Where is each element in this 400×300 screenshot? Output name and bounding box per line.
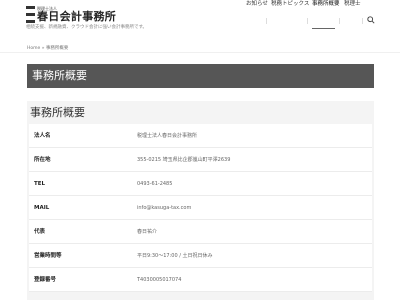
table-row: MAIL info@kasuga-tax.com (29, 196, 372, 220)
table-row: 法人名 税理士法人春日会計事務所 (29, 124, 372, 148)
site-logo[interactable]: 税理士法人 春日会計事務所 (26, 6, 116, 23)
table-row: 営業時間等 平日9:30～17:00 / 土日祝日休み (29, 244, 372, 268)
page-title: 事務所概要 (32, 69, 87, 82)
row-value: 平日9:30～17:00 / 土日祝日休み (137, 253, 213, 259)
header-divider (0, 52, 400, 53)
table-row: TEL 0493-61-2485 (29, 172, 372, 196)
row-label: 所在地 (34, 157, 51, 163)
search-icon[interactable] (367, 16, 375, 24)
row-label: TEL (34, 181, 46, 187)
row-label: 登録番号 (34, 277, 57, 283)
logo-mark-icon (26, 6, 35, 23)
office-profile-table: 法人名 税理士法人春日会計事務所 所在地 355-0215 埼玉県比企郡嵐山町平… (29, 124, 372, 292)
nav-item-news[interactable]: お知らせ (246, 0, 268, 8)
site-tagline: 相続支援、新規融資、クラウド会計に強い会計事務所です。 (26, 25, 148, 30)
breadcrumb: Home » 事務所概要 (27, 45, 68, 51)
nav-active-indicator (312, 28, 335, 29)
row-label: 法人名 (34, 133, 51, 139)
section-title: 事務所概要 (30, 106, 85, 119)
nav-divider (266, 18, 267, 24)
nav-item-office-overview[interactable]: 事務所概要 (312, 0, 340, 8)
logo-title: 春日会計事務所 (37, 10, 117, 23)
breadcrumb-current: 事務所概要 (45, 46, 69, 51)
row-value: T4030005017074 (137, 277, 182, 283)
row-label: 営業時間等 (34, 253, 62, 259)
nav-divider (362, 18, 363, 24)
nav-item-tax-accountant[interactable]: 税理士 (344, 0, 361, 8)
table-row: 代表 春日祐介 (29, 220, 372, 244)
nav-item-tax-topics[interactable]: 税務トピックス (271, 0, 309, 8)
breadcrumb-home[interactable]: Home (27, 46, 40, 51)
row-label: MAIL (34, 205, 50, 211)
row-value: 355-0215 埼玉県比企郡嵐山町平澤2639 (137, 157, 231, 163)
row-label: 代表 (34, 229, 46, 235)
row-value: 春日祐介 (137, 229, 158, 235)
table-row: 所在地 355-0215 埼玉県比企郡嵐山町平澤2639 (29, 148, 372, 172)
logo-text: 税理士法人 春日会計事務所 (37, 6, 116, 23)
office-overview-section: 事務所概要 法人名 税理士法人春日会計事務所 所在地 355-0215 埼玉県比… (27, 101, 374, 300)
email-link[interactable]: info@kasuga-tax.com (137, 196, 191, 220)
page-title-band: 事務所概要 (27, 64, 374, 88)
row-value: 0493-61-2485 (137, 181, 173, 187)
row-value: 税理士法人春日会計事務所 (137, 133, 198, 139)
table-row: 登録番号 T4030005017074 (29, 268, 372, 292)
nav-divider (339, 18, 340, 24)
site-header: 税理士法人 春日会計事務所 相続支援、新規融資、クラウド会計に強い会計事務所です… (0, 0, 400, 44)
nav-divider (307, 18, 308, 24)
